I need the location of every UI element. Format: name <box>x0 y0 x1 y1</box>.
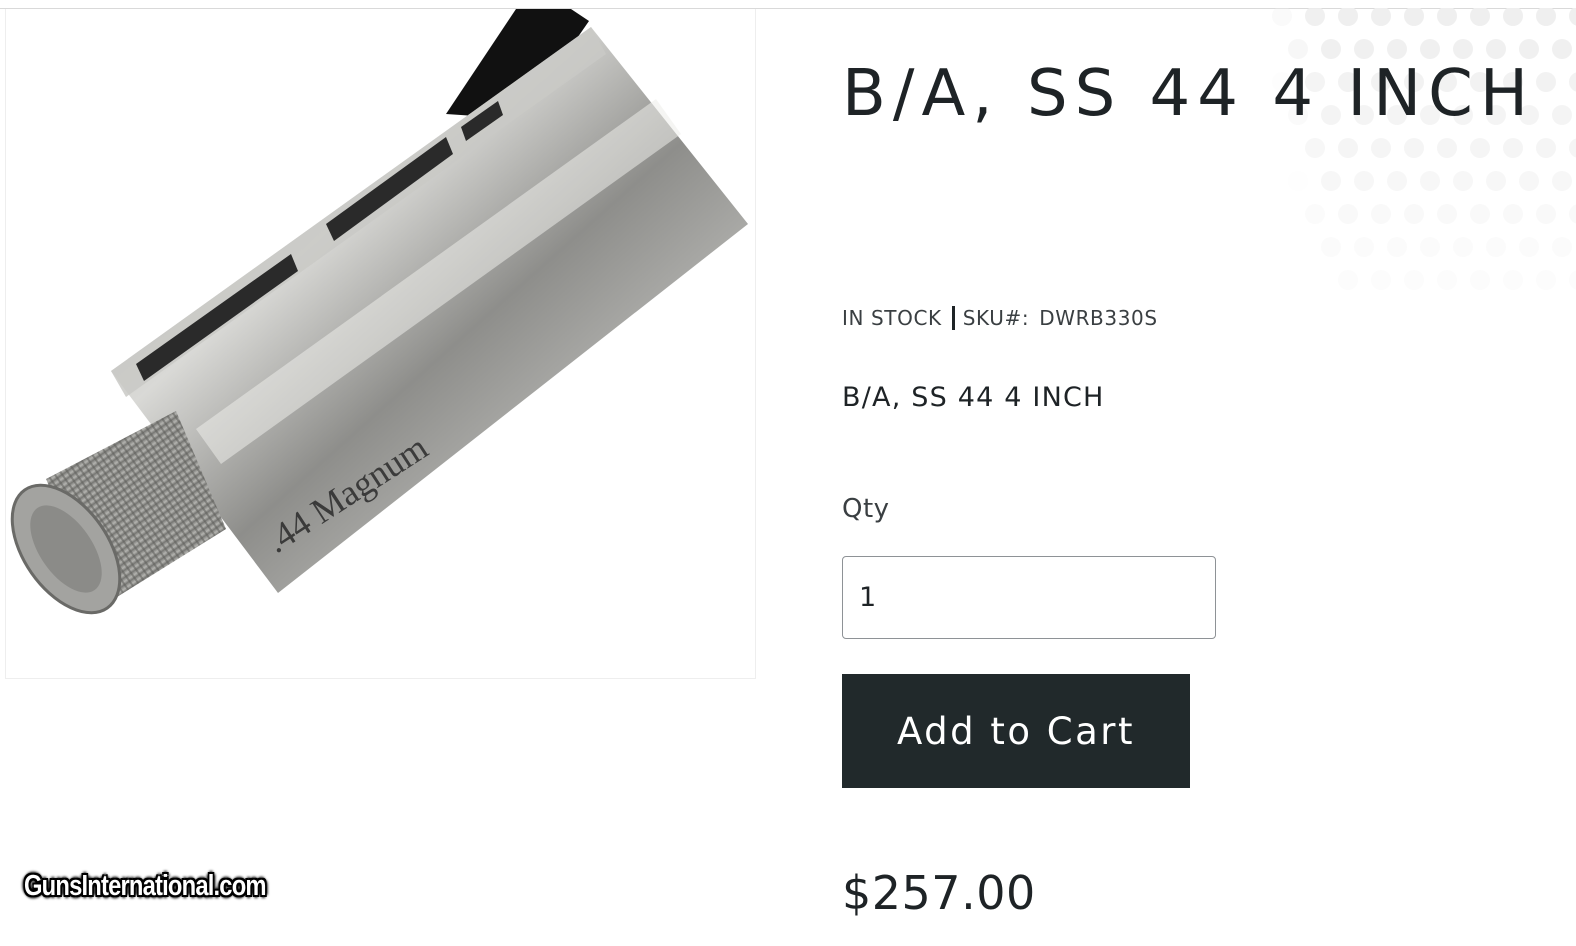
product-image-panel[interactable]: .44 Magnum <box>5 9 756 679</box>
pattern-dot <box>1536 270 1556 290</box>
pattern-dot <box>1420 39 1440 59</box>
pattern-dot <box>1420 171 1440 191</box>
stock-status: IN STOCK <box>842 306 942 330</box>
pattern-dot <box>1288 39 1308 59</box>
pattern-dot <box>1404 204 1424 224</box>
pattern-dot <box>1470 138 1490 158</box>
add-to-cart-button[interactable]: Add to Cart <box>842 674 1190 788</box>
pattern-dot <box>1338 138 1358 158</box>
pattern-dot <box>1552 171 1572 191</box>
pattern-dot <box>1569 72 1576 92</box>
pattern-dot <box>1552 39 1572 59</box>
pattern-dot <box>1569 138 1576 158</box>
meta-separator <box>951 306 955 330</box>
pattern-dot <box>1536 8 1556 26</box>
pattern-dot <box>1354 171 1374 191</box>
pattern-dot <box>1371 204 1391 224</box>
pattern-dot <box>1470 204 1490 224</box>
pattern-dot <box>1371 138 1391 158</box>
pattern-dot <box>1503 138 1523 158</box>
pattern-dot <box>1519 39 1539 59</box>
pattern-dot <box>1470 8 1490 26</box>
pattern-dot <box>1552 105 1572 125</box>
product-description: B/A, SS 44 4 INCH <box>842 382 1105 413</box>
pattern-dot <box>1552 237 1572 257</box>
pattern-dot <box>1338 270 1358 290</box>
pattern-dot <box>1321 39 1341 59</box>
product-title: B/A, SS 44 4 INCH <box>842 57 1535 131</box>
pattern-dot <box>1371 270 1391 290</box>
pattern-dot <box>1503 204 1523 224</box>
pattern-dot <box>1569 204 1576 224</box>
product-image: .44 Magnum <box>10 9 748 615</box>
decorative-dot-pattern <box>1272 8 1576 290</box>
pattern-dot <box>1519 171 1539 191</box>
pattern-dot <box>1420 237 1440 257</box>
pattern-dot <box>1569 270 1576 290</box>
pattern-dot <box>1288 171 1308 191</box>
product-price: $257.00 <box>842 866 1036 920</box>
product-page: .44 Magnum B/A, SS 44 4 INCH IN STOCK SKU… <box>0 0 1576 946</box>
pattern-dot <box>1453 39 1473 59</box>
pattern-dot <box>1321 237 1341 257</box>
pattern-dot <box>1371 8 1391 26</box>
sku-label: SKU#: <box>962 306 1030 330</box>
pattern-dot <box>1305 138 1325 158</box>
pattern-dot <box>1338 204 1358 224</box>
pattern-dot <box>1354 237 1374 257</box>
pattern-dot <box>1536 204 1556 224</box>
pattern-dot <box>1305 8 1325 26</box>
pattern-dot <box>1272 8 1292 26</box>
qty-label: Qty <box>842 494 890 524</box>
pattern-dot <box>1354 39 1374 59</box>
pattern-dot <box>1387 237 1407 257</box>
pattern-dot <box>1338 8 1358 26</box>
pattern-dot <box>1453 237 1473 257</box>
watermark-logo: GunsInternational.com <box>24 870 267 902</box>
pattern-dot <box>1387 171 1407 191</box>
pattern-dot <box>1437 8 1457 26</box>
pattern-dot <box>1404 8 1424 26</box>
pattern-dot <box>1470 270 1490 290</box>
pattern-dot <box>1387 39 1407 59</box>
pattern-dot <box>1486 39 1506 59</box>
pattern-dot <box>1453 171 1473 191</box>
pattern-dot <box>1321 171 1341 191</box>
pattern-dot <box>1404 270 1424 290</box>
pattern-dot <box>1404 138 1424 158</box>
pattern-dot <box>1437 270 1457 290</box>
pattern-dot <box>1536 138 1556 158</box>
pattern-dot <box>1519 237 1539 257</box>
pattern-dot <box>1486 171 1506 191</box>
stock-sku-line: IN STOCK SKU#: DWRB330S <box>842 306 1158 330</box>
pattern-dot <box>1486 237 1506 257</box>
pattern-dot <box>1437 138 1457 158</box>
pattern-dot <box>1305 204 1325 224</box>
pattern-dot <box>1503 270 1523 290</box>
pattern-dot <box>1569 8 1576 26</box>
qty-input[interactable] <box>842 556 1216 639</box>
pattern-dot <box>1437 204 1457 224</box>
pattern-dot <box>1503 8 1523 26</box>
pattern-dot <box>1536 72 1556 92</box>
sku-value: DWRB330S <box>1039 306 1158 330</box>
